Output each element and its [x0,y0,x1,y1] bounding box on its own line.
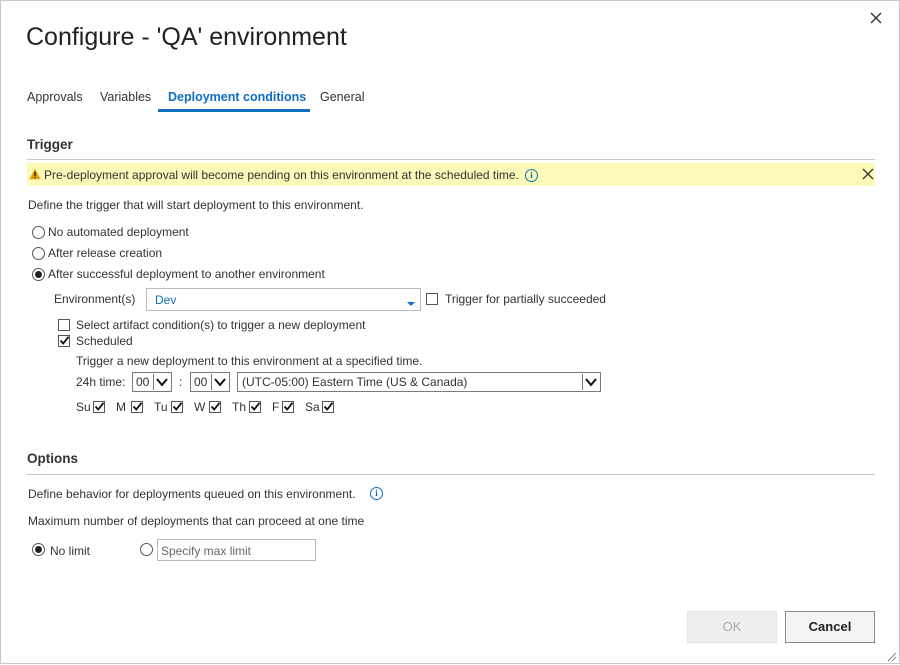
minute-value: 00 [194,375,208,389]
day-label-tu: Tu [154,400,168,414]
partial-checkbox[interactable] [426,293,438,305]
info-icon[interactable]: i [525,169,538,182]
ok-button[interactable]: OK [687,611,777,643]
radio-no-automated[interactable] [32,226,45,239]
chevron-down-icon [153,374,170,390]
timezone-select[interactable]: (UTC-05:00) Eastern Time (US & Canada) [237,372,601,392]
environments-value: Dev [155,293,177,307]
warning-icon [29,168,41,180]
day-label-f: F [272,400,280,414]
tab-general[interactable]: General [320,90,364,104]
tab-deployment-conditions[interactable]: Deployment conditions [168,90,306,104]
day-checkbox-m[interactable] [131,401,143,413]
trigger-divider [27,159,875,160]
radio-no-automated-label: No automated deployment [48,225,189,239]
day-label-w: W [194,400,206,414]
day-label-sa: Sa [305,400,320,414]
trigger-description: Define the trigger that will start deplo… [28,198,364,212]
hour-value: 00 [136,375,150,389]
radio-no-limit[interactable] [32,543,45,556]
artifact-checkbox[interactable] [58,319,70,331]
dismiss-banner-icon[interactable] [861,167,875,181]
max-limit-input[interactable]: Specify max limit [157,539,316,561]
max-deployments-label: Maximum number of deployments that can p… [28,514,365,528]
warning-banner-text: Pre-deployment approval will become pend… [44,168,519,182]
info-icon[interactable]: i [370,487,383,500]
chevron-down-icon [406,296,416,310]
schedule-hint: Trigger a new deployment to this environ… [76,354,423,368]
scheduled-checkbox[interactable] [58,335,70,347]
time-label: 24h time: [76,375,126,389]
options-heading: Options [27,451,78,466]
day-checkbox-th[interactable] [249,401,261,413]
day-checkbox-w[interactable] [209,401,221,413]
partial-label: Trigger for partially succeeded [445,292,606,306]
hour-select[interactable]: 00 [132,372,172,392]
radio-after-release[interactable] [32,247,45,260]
options-divider [27,474,875,475]
chevron-down-icon [582,374,599,390]
options-description: Define behavior for deployments queued o… [28,487,356,501]
environments-label: Environment(s) [54,292,136,306]
minute-select[interactable]: 00 [190,372,230,392]
chevron-down-icon [211,374,228,390]
resize-grip-icon[interactable] [887,651,897,662]
close-icon[interactable] [867,9,885,27]
day-checkbox-f[interactable] [282,401,294,413]
radio-specify-limit[interactable] [140,543,153,556]
day-label-m: M [116,400,126,414]
configure-environment-dialog: Configure - 'QA' environment Approvals V… [0,0,900,664]
scheduled-label: Scheduled [76,334,133,348]
radio-after-environment[interactable] [32,268,45,281]
day-label-th: Th [232,400,247,414]
tab-approvals[interactable]: Approvals [27,90,83,104]
artifact-label: Select artifact condition(s) to trigger … [76,318,366,332]
active-tab-indicator [158,109,310,112]
tab-variables[interactable]: Variables [100,90,151,104]
trigger-heading: Trigger [27,137,73,152]
max-limit-placeholder: Specify max limit [161,544,252,558]
cancel-button[interactable]: Cancel [785,611,875,643]
radio-after-environment-label: After successful deployment to another e… [48,267,325,281]
timezone-value: (UTC-05:00) Eastern Time (US & Canada) [242,375,468,389]
time-separator: : [179,375,183,389]
environments-combobox[interactable]: Dev [146,288,421,311]
day-checkbox-sa[interactable] [322,401,334,413]
day-checkbox-tu[interactable] [171,401,183,413]
dialog-title: Configure - 'QA' environment [26,23,347,51]
radio-no-limit-label: No limit [50,544,91,558]
radio-after-release-label: After release creation [48,246,163,260]
day-label-su: Su [76,400,91,414]
day-checkbox-su[interactable] [93,401,105,413]
